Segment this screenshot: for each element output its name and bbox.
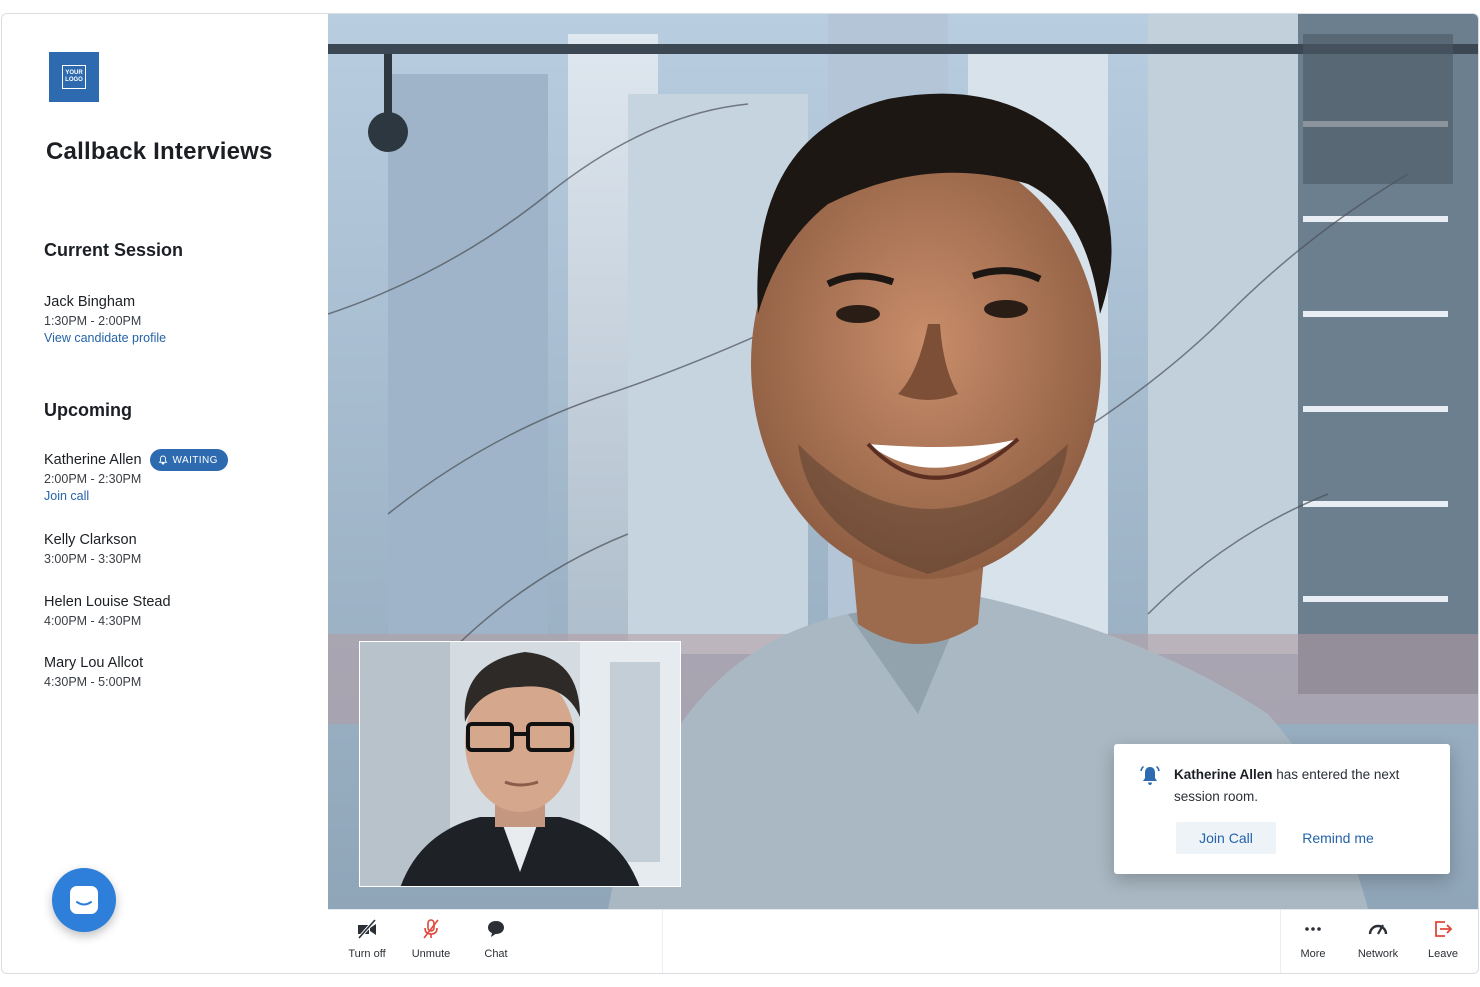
- session-time: 1:30PM - 2:00PM: [44, 314, 142, 328]
- session-time: 3:00PM - 3:30PM: [44, 552, 142, 566]
- session-time: 2:00PM - 2:30PM: [44, 472, 142, 486]
- chat-window-icon: [70, 886, 98, 914]
- chat-button[interactable]: Chat: [465, 918, 527, 970]
- candidate-name: Helen Louise Stead: [44, 594, 171, 610]
- logo-text-line1: YOUR: [65, 70, 83, 76]
- candidate-name: Mary Lou Allcot: [44, 655, 144, 671]
- logo-text-line2: LOGO: [65, 77, 83, 83]
- session-notification: Katherine Allen has entered the next ses…: [1114, 744, 1450, 874]
- company-logo: YOUR LOGO: [49, 52, 99, 102]
- chat-label: Chat: [484, 948, 508, 960]
- chat-bubble-icon: [488, 921, 504, 937]
- unmute-label: Unmute: [411, 948, 451, 960]
- self-view-video[interactable]: [359, 641, 681, 887]
- leave-button[interactable]: Leave: [1412, 918, 1474, 970]
- more-label: More: [1300, 948, 1326, 960]
- join-call-button[interactable]: Join Call: [1176, 822, 1276, 854]
- candidate-name: Katherine Allen: [44, 452, 142, 468]
- toolbar-divider: [1280, 910, 1281, 973]
- current-session-heading: Current Session: [44, 240, 184, 260]
- badge-label: WAITING: [172, 454, 218, 466]
- leave-icon: [1435, 921, 1453, 937]
- app-window: YOUR LOGO Callback Interviews Current Se…: [1, 13, 1479, 974]
- video-off-icon: [357, 918, 377, 940]
- more-button[interactable]: More: [1282, 918, 1344, 970]
- call-toolbar: Turn off Unmute Chat More Network Leave: [328, 909, 1478, 973]
- remind-me-button[interactable]: Remind me: [1290, 822, 1386, 854]
- turn-off-label: Turn off: [348, 948, 386, 960]
- toolbar-divider: [662, 910, 663, 973]
- self-view-image: [360, 642, 680, 886]
- upcoming-item-katherine-allen: Katherine Allen WAITING 2:00PM - 2:30PM …: [44, 449, 228, 503]
- leave-label: Leave: [1428, 948, 1458, 960]
- session-time: 4:00PM - 4:30PM: [44, 614, 142, 628]
- unmute-button[interactable]: Unmute: [400, 918, 462, 970]
- mic-off-icon: [423, 919, 439, 939]
- join-call-link[interactable]: Join call: [44, 489, 228, 503]
- turn-off-video-button[interactable]: Turn off: [336, 918, 398, 970]
- waiting-badge: WAITING: [149, 449, 228, 471]
- notification-candidate-name: Katherine Allen: [1174, 767, 1273, 782]
- more-dots-icon: [1305, 927, 1321, 931]
- notification-message: Katherine Allen has entered the next ses…: [1174, 764, 1434, 808]
- bell-ringing-icon: [1140, 765, 1160, 785]
- current-session-item: Jack Bingham 1:30PM - 2:00PM View candid…: [44, 292, 166, 345]
- bell-icon: [158, 455, 167, 465]
- network-label: Network: [1357, 948, 1399, 960]
- page-title: Callback Interviews: [46, 138, 273, 165]
- session-time: 4:30PM - 5:00PM: [44, 675, 142, 689]
- network-button[interactable]: Network: [1347, 918, 1409, 970]
- support-chat-launcher[interactable]: [52, 868, 116, 932]
- upcoming-item-kelly-clarkson: Kelly Clarkson 3:00PM - 3:30PM: [44, 530, 141, 566]
- network-gauge-icon: [1368, 924, 1388, 935]
- sidebar: YOUR LOGO Callback Interviews Current Se…: [2, 14, 328, 973]
- upcoming-item-mary-lou-allcot: Mary Lou Allcot 4:30PM - 5:00PM: [44, 653, 143, 689]
- candidate-name: Kelly Clarkson: [44, 532, 137, 548]
- view-candidate-profile-link[interactable]: View candidate profile: [44, 331, 166, 345]
- upcoming-heading: Upcoming: [44, 400, 132, 420]
- candidate-name: Jack Bingham: [44, 294, 136, 310]
- upcoming-item-helen-louise-stead: Helen Louise Stead 4:00PM - 4:30PM: [44, 592, 171, 628]
